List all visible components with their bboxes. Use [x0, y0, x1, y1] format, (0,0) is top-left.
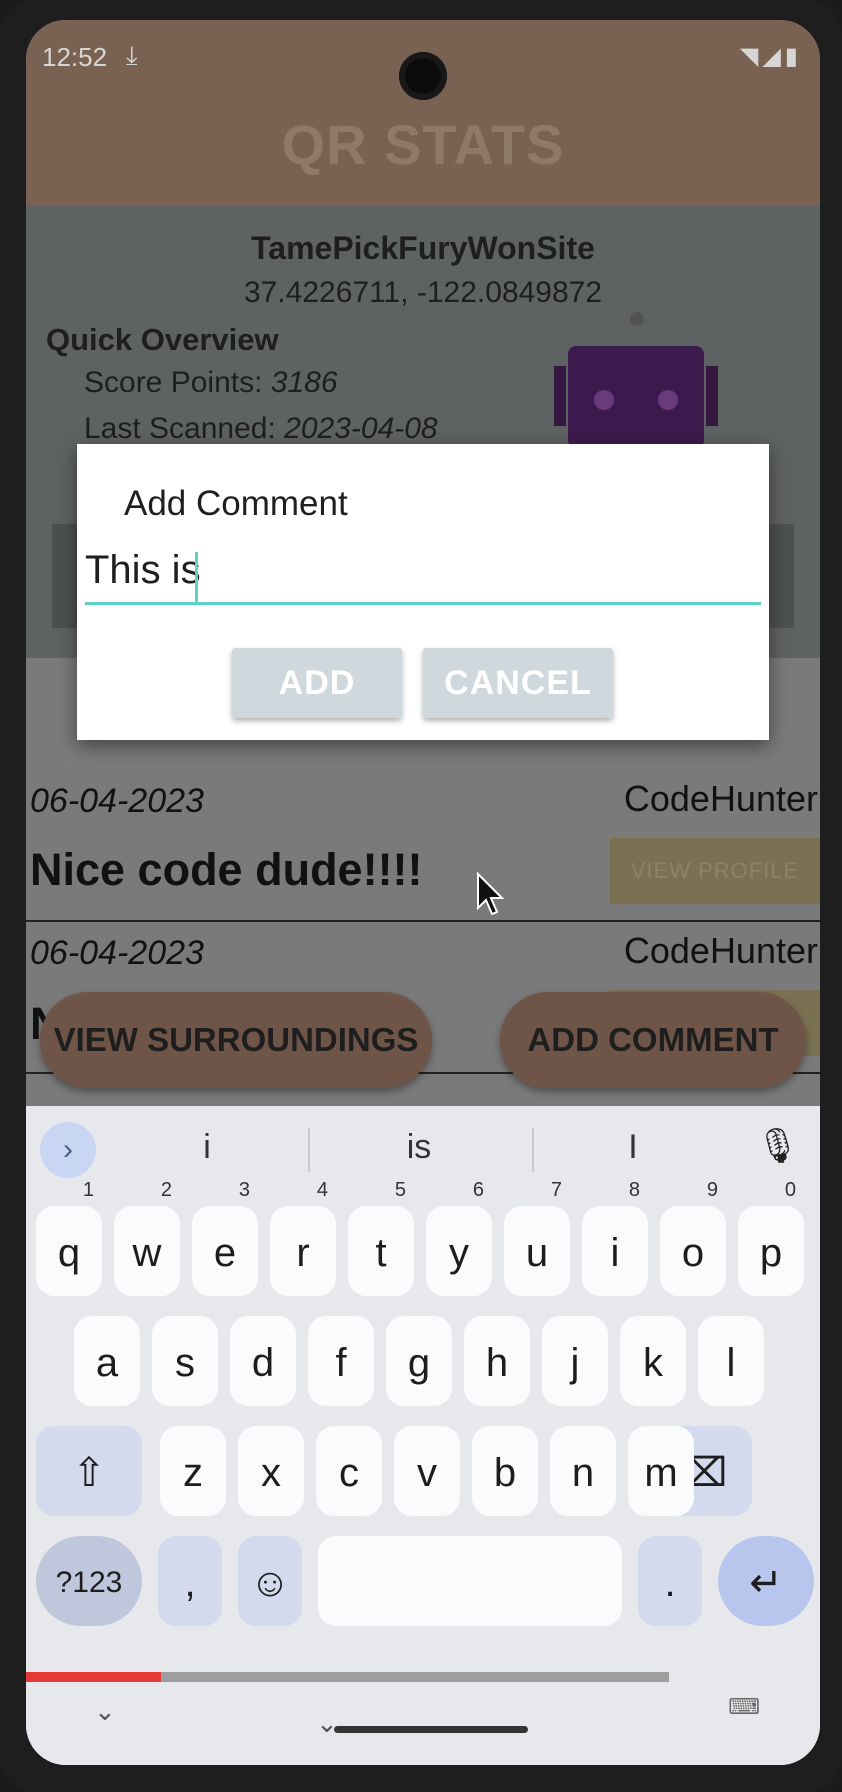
- comment-date: 06-04-2023: [30, 782, 204, 820]
- key-hint: 6: [472, 1179, 484, 1201]
- key-k[interactable]: k: [620, 1316, 686, 1406]
- key-hint: 1: [82, 1179, 94, 1201]
- mouse-pointer-icon: [477, 872, 505, 916]
- add-button[interactable]: ADD: [232, 648, 402, 718]
- status-time: 12:52: [42, 42, 108, 72]
- key-t[interactable]: t5: [348, 1180, 414, 1296]
- last-scanned-label: Last Scanned:: [84, 412, 285, 445]
- chevron-down-icon[interactable]: ⌄: [316, 1708, 338, 1739]
- comment-divider: [26, 920, 820, 922]
- app-title: QR STATS: [281, 113, 565, 176]
- score-value: 3186: [270, 366, 338, 399]
- key-hint: 8: [628, 1179, 640, 1201]
- suggestion-strip: › i is I 🎙: [26, 1106, 820, 1192]
- key-e[interactable]: e3: [192, 1180, 258, 1296]
- key-y[interactable]: y6: [426, 1180, 492, 1296]
- battery-icon: ▮: [784, 43, 802, 70]
- comma-key[interactable]: ,: [158, 1536, 222, 1626]
- chevron-down-icon[interactable]: ⌄: [94, 1696, 116, 1727]
- add-comment-dialog: Add Comment ADD CANCEL: [77, 444, 769, 740]
- enter-icon[interactable]: ↵: [718, 1536, 814, 1626]
- key-g[interactable]: g: [386, 1316, 452, 1406]
- wifi-icon: ◥: [739, 43, 763, 70]
- key-hint: 4: [316, 1179, 328, 1201]
- app-header: QR STATS: [26, 90, 820, 206]
- home-handle[interactable]: [334, 1726, 528, 1733]
- keyboard-icon[interactable]: ⌨: [728, 1694, 760, 1720]
- symbols-key[interactable]: ?123: [36, 1536, 142, 1626]
- key-d[interactable]: d: [230, 1316, 296, 1406]
- download-icon: ⤓: [126, 40, 138, 70]
- key-i[interactable]: i8: [582, 1180, 648, 1296]
- shift-icon[interactable]: ⇧: [36, 1426, 142, 1516]
- key-hint: 3: [238, 1179, 250, 1201]
- qr-coordinates: 37.4226711, -122.0849872: [243, 276, 603, 309]
- key-m[interactable]: m: [628, 1426, 694, 1516]
- mic-icon[interactable]: 🎙: [756, 1126, 799, 1166]
- key-s[interactable]: s: [152, 1316, 218, 1406]
- space-key[interactable]: [318, 1536, 622, 1626]
- phone-screen: 12:52 ⤓ ◥◢▮ QR STATS TamePickFuryWonSite…: [26, 20, 820, 1765]
- qr-name: TamePickFuryWonSite: [251, 230, 595, 266]
- key-a[interactable]: a: [74, 1316, 140, 1406]
- status-icons: ◥◢▮: [740, 42, 802, 71]
- soft-keyboard: › i is I 🎙 q1w2e3r4t5y6u7i8o9p0 asdfghjk…: [26, 1106, 820, 1686]
- key-hint: 9: [706, 1179, 718, 1201]
- comment-input[interactable]: [85, 544, 761, 605]
- suggestion-divider: [532, 1128, 534, 1172]
- key-o[interactable]: o9: [660, 1180, 726, 1296]
- add-comment-button[interactable]: ADD COMMENT: [500, 992, 806, 1088]
- key-hint: 7: [550, 1179, 562, 1201]
- key-b[interactable]: b: [472, 1426, 538, 1516]
- comment-date: 06-04-2023: [30, 934, 204, 972]
- key-c[interactable]: c: [316, 1426, 382, 1516]
- comment-user: CodeHunter: [623, 778, 818, 819]
- key-z[interactable]: z: [160, 1426, 226, 1516]
- last-scanned-row: Last Scanned: 2023-04-08: [84, 412, 438, 446]
- emoji-icon[interactable]: ☺: [238, 1536, 302, 1626]
- dialog-title: Add Comment: [124, 484, 348, 523]
- key-hint: 5: [394, 1179, 406, 1201]
- cancel-button[interactable]: CANCEL: [423, 648, 613, 718]
- comment-user: CodeHunter: [623, 930, 818, 971]
- key-h[interactable]: h: [464, 1316, 530, 1406]
- key-hint: 0: [784, 1179, 796, 1201]
- key-q[interactable]: q1: [36, 1180, 102, 1296]
- last-scanned-value: 2023-04-08: [284, 412, 438, 445]
- comment-text: Nice code dude!!!!: [30, 844, 423, 895]
- key-r[interactable]: r4: [270, 1180, 336, 1296]
- quick-overview-heading: Quick Overview: [46, 322, 279, 357]
- key-w[interactable]: w2: [114, 1180, 180, 1296]
- view-profile-button[interactable]: VIEW PROFILE: [610, 838, 820, 904]
- key-hint: 2: [160, 1179, 172, 1201]
- front-camera: [399, 52, 447, 100]
- suggestion-item[interactable]: i: [132, 1128, 282, 1167]
- video-progress-bar[interactable]: [26, 1672, 161, 1682]
- suggestion-item[interactable]: I: [558, 1128, 708, 1167]
- text-caret: [195, 552, 198, 602]
- period-key[interactable]: .: [638, 1536, 702, 1626]
- key-n[interactable]: n: [550, 1426, 616, 1516]
- suggestion-item[interactable]: is: [344, 1128, 494, 1167]
- key-j[interactable]: j: [542, 1316, 608, 1406]
- key-v[interactable]: v: [394, 1426, 460, 1516]
- suggestion-divider: [308, 1128, 310, 1172]
- key-f[interactable]: f: [308, 1316, 374, 1406]
- key-x[interactable]: x: [238, 1426, 304, 1516]
- score-row: Score Points: 3186: [84, 366, 338, 400]
- chevron-right-icon[interactable]: ›: [40, 1122, 96, 1178]
- key-p[interactable]: p0: [738, 1180, 804, 1296]
- navigation-bar: ⌄ ⌄ ⌨: [26, 1686, 820, 1765]
- view-surroundings-button[interactable]: VIEW SURROUNDINGS: [40, 992, 432, 1088]
- score-label: Score Points:: [84, 366, 271, 399]
- key-l[interactable]: l: [698, 1316, 764, 1406]
- key-u[interactable]: u7: [504, 1180, 570, 1296]
- signal-icon: ◢: [762, 43, 785, 70]
